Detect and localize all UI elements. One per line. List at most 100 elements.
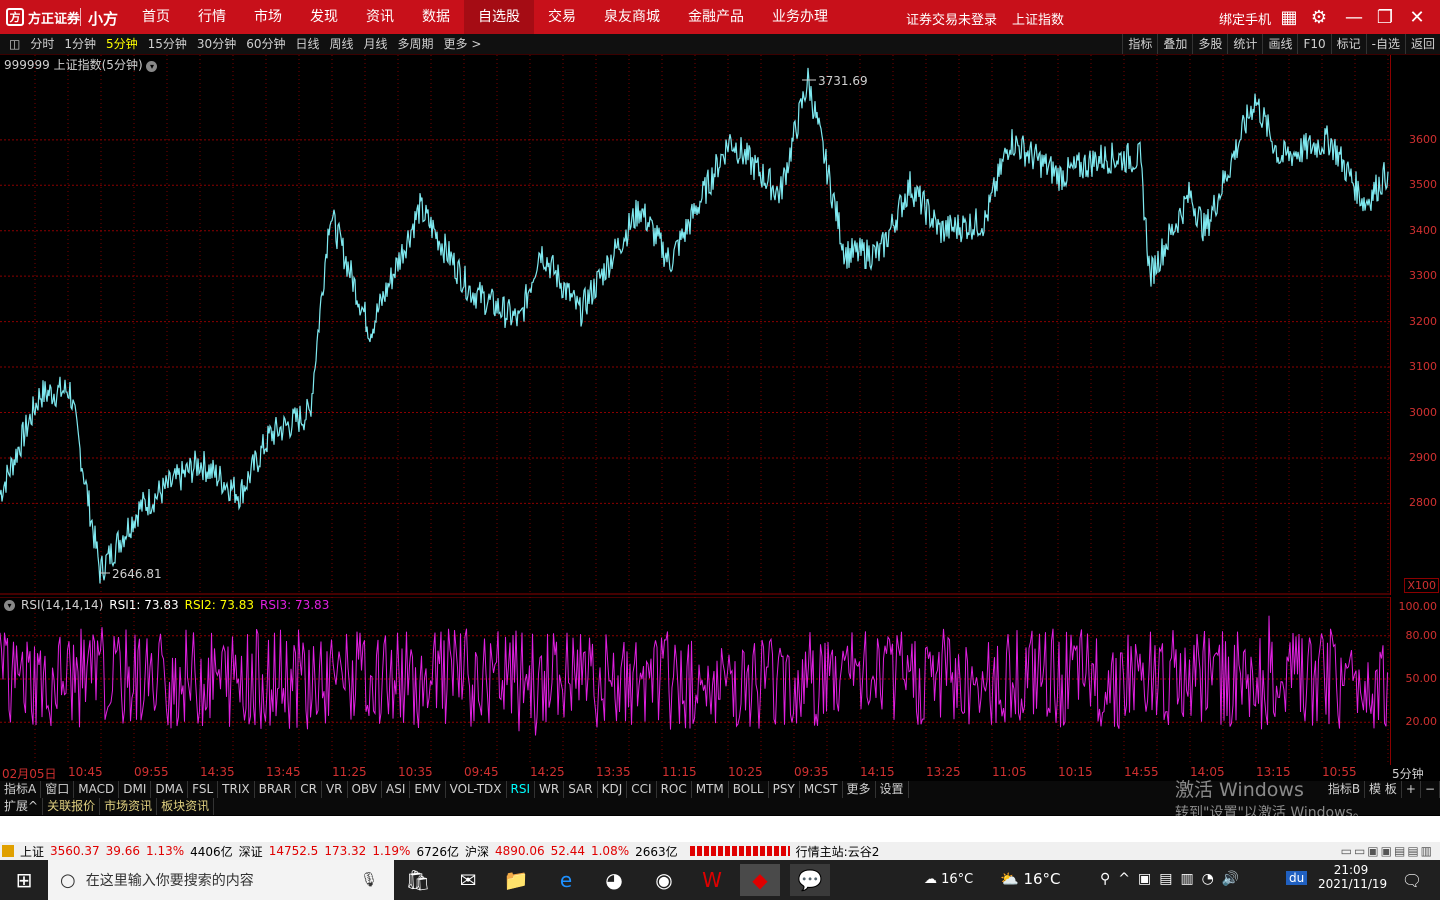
period-tab-10[interactable]: 更多 > [439,34,487,54]
tool-1[interactable]: 叠加 [1157,34,1192,54]
nav-item-7[interactable]: 交易 [534,0,590,34]
period-tab-5[interactable]: 60分钟 [241,34,290,54]
indicator-tab-10[interactable]: OBV [348,781,383,798]
price-chart[interactable]: 3731.69 2646.81 [0,55,1390,595]
tool-8[interactable]: 返回 [1404,34,1440,54]
nav-item-5[interactable]: 数据 [408,0,464,34]
nav-item-0[interactable]: 首页 [128,0,184,34]
indicator-tab-17[interactable]: KDJ [598,781,628,798]
indicator-tab-7[interactable]: BRAR [255,781,297,798]
tool-7[interactable]: -自选 [1365,34,1405,54]
ext-tab-2[interactable]: 市场资讯 [100,798,158,815]
panel-toggle-icon[interactable]: ◫ [4,34,25,54]
taskbar-search[interactable]: ○ 在这里输入你要搜索的内容 🎙 [48,860,394,900]
layout-icons[interactable]: ▭▭▣▣▤▤▥ [1341,844,1434,858]
notification-icon[interactable]: 🗨 [1392,864,1432,896]
browser-icon[interactable]: ◕ [594,864,634,896]
indicator-tab-5[interactable]: FSL [188,781,219,798]
indicator-tab-15[interactable]: WR [535,781,565,798]
nav-item-10[interactable]: 业务办理 [758,0,842,34]
tool-5[interactable]: F10 [1297,34,1330,54]
close-icon[interactable]: ✕ [1406,6,1428,28]
period-tab-9[interactable]: 多周期 [393,34,439,54]
period-tab-3[interactable]: 15分钟 [143,34,192,54]
rsi-chart[interactable] [0,597,1390,765]
mail-icon[interactable]: ✉ [448,864,488,896]
indicator-tab-25[interactable]: 设置 [876,781,909,798]
bind-phone-link[interactable]: 绑定手机 [1219,9,1271,28]
maximize-icon[interactable]: ❐ [1374,6,1396,28]
indicator-tab-16[interactable]: SAR [564,781,598,798]
ext-tab-3[interactable]: 板块资讯 [157,798,215,815]
microphone-icon[interactable]: 🎙 [360,872,378,888]
indicator-tab-4[interactable]: DMA [151,781,189,798]
indicator-tab-3[interactable]: DMI [119,781,152,798]
ime-icon[interactable]: du [1286,871,1308,885]
tool-4[interactable]: 画线 [1262,34,1297,54]
indicator-tab-6[interactable]: TRIX [218,781,255,798]
period-tab-8[interactable]: 月线 [359,34,393,54]
indicator-tab-8[interactable]: CR [296,781,322,798]
indicator-tab-23[interactable]: MCST [800,781,843,798]
indicator-tab-14[interactable]: RSI [507,781,536,798]
indicator-tab-0[interactable]: 指标A [0,781,42,798]
period-tab-6[interactable]: 日线 [290,34,324,54]
tool-3[interactable]: 统计 [1227,34,1262,54]
chevron-down-icon[interactable]: ▾ [4,599,15,611]
chrome-icon[interactable]: ◉ [644,864,684,896]
tray-icons[interactable]: ⚲^▣▤▥◔🔊 [1100,871,1247,887]
chevron-down-icon[interactable]: ▾ [146,61,158,72]
nav-item-6[interactable]: 自选股 [464,0,534,34]
hs-price: 4890.06 [495,844,545,858]
indicator-tab-12[interactable]: EMV [410,781,446,798]
nav-item-1[interactable]: 行情 [184,0,240,34]
founder-app-icon[interactable]: ◆ [740,864,780,896]
grid-menu-icon[interactable]: ▦ [1278,6,1300,28]
indicator-tab-22[interactable]: PSY [769,781,800,798]
indicator-tab-19[interactable]: ROC [657,781,692,798]
sh-change: 39.66 [105,844,140,858]
store-icon[interactable]: 🛍 [398,864,438,896]
indicator-right-3[interactable]: − [1421,781,1440,798]
indicator-tab-9[interactable]: VR [322,781,348,798]
wechat-icon[interactable]: 💬 [790,864,830,896]
market-icon[interactable] [2,845,14,857]
period-tab-2[interactable]: 5分钟 [101,34,143,54]
nav-item-9[interactable]: 金融产品 [674,0,758,34]
edge-icon[interactable]: e [546,864,586,896]
indicator-tab-13[interactable]: VOL-TDX [446,781,507,798]
period-tab-4[interactable]: 30分钟 [192,34,241,54]
indicator-tab-2[interactable]: MACD [74,781,120,798]
indicator-tab-21[interactable]: BOLL [729,781,769,798]
indicator-tab-1[interactable]: 窗口 [41,781,75,798]
nav-item-2[interactable]: 市场 [240,0,296,34]
indicator-tab-18[interactable]: CCI [627,781,657,798]
tool-0[interactable]: 指标 [1122,34,1157,54]
indicator-right-2[interactable]: + [1402,781,1421,798]
indicator-tab-24[interactable]: 更多 [843,781,876,798]
minimize-icon[interactable]: — [1343,6,1365,28]
indicator-tab-20[interactable]: MTM [692,781,729,798]
folder-icon[interactable]: 📁 [496,864,536,896]
wps-icon[interactable]: W [692,864,732,896]
index-name-link[interactable]: 上证指数 [1012,9,1064,28]
period-tab-7[interactable]: 周线 [325,34,359,54]
ext-tab-0[interactable]: 扩展^ [0,798,44,815]
indicator-right-1[interactable]: 模 板 [1365,781,1402,798]
tool-2[interactable]: 多股 [1192,34,1227,54]
nav-item-4[interactable]: 资讯 [352,0,408,34]
period-tab-1[interactable]: 1分钟 [59,34,101,54]
indicator-tab-11[interactable]: ASI [382,781,411,798]
ext-tab-1[interactable]: 关联报价 [43,798,101,815]
trade-login-link[interactable]: 证券交易未登录 [906,9,997,28]
weather-widget-2[interactable]: ⛅ 16°C [1000,870,1061,888]
tool-6[interactable]: 标记 [1330,34,1366,54]
nav-item-3[interactable]: 发现 [296,0,352,34]
nav-item-8[interactable]: 泉友商城 [590,0,674,34]
weather-widget-1[interactable]: ☁ 16°C [924,872,973,887]
server-label[interactable]: 行情主站:云谷2 [796,843,880,860]
start-icon[interactable]: ⊞ [4,864,44,896]
period-tab-0[interactable]: 分时 [25,34,59,54]
clock[interactable]: 21:09 2021/11/19 [1318,863,1387,891]
gear-icon[interactable]: ⚙ [1308,6,1330,28]
